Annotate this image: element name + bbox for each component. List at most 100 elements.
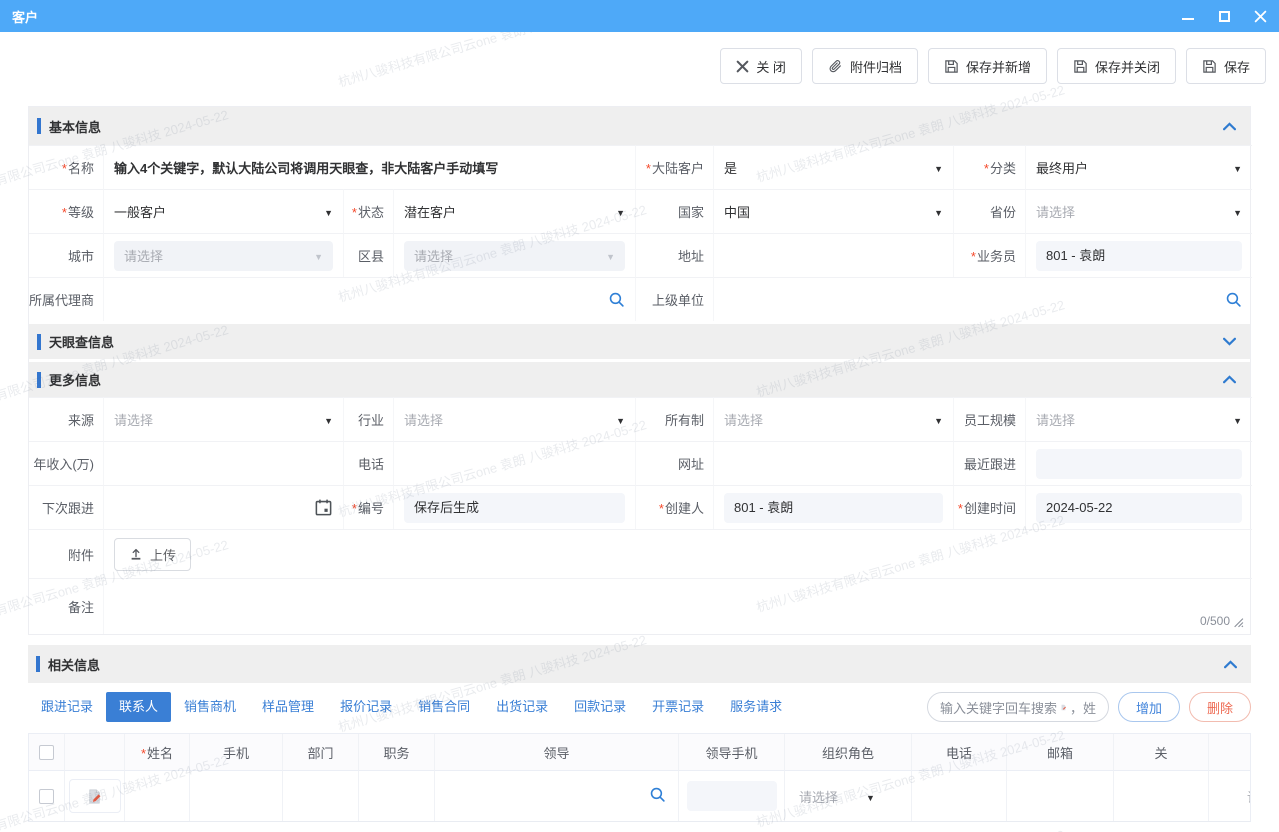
source-label: 来源 — [68, 410, 94, 429]
attachment-archive-label: 附件归档 — [850, 57, 902, 76]
name-hint: 输入4个关键字，默认大陆公司将调用天眼查，非大陆客户手动填写 — [114, 158, 498, 177]
col-position: 职务 — [383, 743, 409, 762]
employee-scale-label: 员工规模 — [964, 410, 1016, 429]
col-mobile: 手机 — [223, 743, 249, 762]
maximize-icon[interactable] — [1217, 9, 1231, 23]
cell-mobile-input[interactable] — [190, 771, 283, 821]
recent-followup-label: 最近跟进 — [964, 454, 1016, 473]
dropdown-caret-icon — [934, 204, 943, 219]
attachment-archive-button[interactable]: 附件归档 — [812, 48, 918, 84]
search-icon[interactable] — [649, 786, 666, 806]
cell-relation[interactable] — [1114, 771, 1209, 821]
source-select[interactable]: 请选择 — [103, 397, 343, 441]
tab-invoice-records[interactable]: 开票记录 — [639, 692, 717, 722]
category-select[interactable]: 最终用户 — [1025, 145, 1252, 189]
row-checkbox[interactable] — [39, 789, 54, 804]
calendar-icon[interactable] — [314, 498, 333, 517]
select-all-checkbox[interactable] — [39, 745, 54, 760]
tab-quotation-records[interactable]: 报价记录 — [327, 692, 405, 722]
save-and-new-button[interactable]: 保存并新增 — [928, 48, 1047, 84]
cell-relation-select[interactable]: 请选择 — [1209, 771, 1251, 821]
save-label: 保存 — [1224, 57, 1250, 76]
province-select[interactable]: 请选择 — [1025, 189, 1252, 233]
tab-service-requests[interactable]: 服务请求 — [717, 692, 795, 722]
search-icon[interactable] — [608, 291, 625, 308]
tab-payment-records[interactable]: 回款记录 — [561, 692, 639, 722]
customer-form: 基本信息 名称 输入4个关键字，默认大陆公司将调用天眼查，非大陆客户手动填写 大… — [28, 106, 1251, 635]
contact-row: 请选择 请选择 — [29, 771, 1251, 821]
district-select-disabled: 请选择 — [393, 233, 635, 277]
name-label: 名称 — [62, 158, 94, 177]
cell-department-input[interactable] — [283, 771, 359, 821]
tab-sample-management[interactable]: 样品管理 — [249, 692, 327, 722]
agent-lookup-field[interactable] — [103, 277, 635, 321]
collapse-up-icon[interactable] — [1223, 122, 1236, 131]
close-icon[interactable] — [1253, 9, 1267, 23]
add-button[interactable]: 增加 — [1118, 692, 1180, 722]
related-toolbar: 输入关键字回车搜索 ，姓 增加 删除 — [927, 692, 1251, 722]
dropdown-caret-icon — [866, 789, 875, 804]
remark-label: 备注 — [68, 597, 94, 616]
cell-phone-input[interactable] — [912, 771, 1007, 821]
level-select[interactable]: 一般客户 — [103, 189, 343, 233]
remark-textarea[interactable]: 0/500 — [103, 578, 1252, 634]
annual-income-input[interactable] — [103, 441, 343, 485]
tab-sales-contracts[interactable]: 销售合同 — [405, 692, 483, 722]
cell-email-input[interactable] — [1007, 771, 1114, 821]
mainland-select[interactable]: 是 — [713, 145, 953, 189]
save-button[interactable]: 保存 — [1186, 48, 1266, 84]
customer-edit-window: 客户 关 闭 附件归档 保存并新增 保存并关闭 保存 — [0, 0, 1279, 832]
industry-label: 行业 — [358, 410, 384, 429]
cell-position-input[interactable] — [359, 771, 435, 821]
industry-select[interactable]: 请选择 — [393, 397, 635, 441]
window-title: 客户 — [12, 7, 38, 26]
name-input[interactable]: 输入4个关键字，默认大陆公司将调用天眼查，非大陆客户手动填写 — [103, 145, 635, 189]
save-and-new-label: 保存并新增 — [966, 57, 1031, 76]
salesman-field[interactable]: 801 - 袁朗 — [1025, 233, 1252, 277]
minimize-icon[interactable] — [1181, 9, 1195, 23]
save-and-close-button[interactable]: 保存并关闭 — [1057, 48, 1176, 84]
save-icon — [944, 59, 959, 74]
col-phone: 电话 — [946, 743, 972, 762]
search-icon[interactable] — [1225, 291, 1242, 308]
upload-button[interactable]: 上传 — [114, 538, 191, 571]
province-label: 省份 — [990, 202, 1016, 221]
delete-button[interactable]: 删除 — [1189, 692, 1251, 722]
dropdown-caret-icon — [934, 412, 943, 427]
tab-followup-records[interactable]: 跟进记录 — [28, 692, 106, 722]
country-select[interactable]: 中国 — [713, 189, 953, 233]
expand-down-icon[interactable] — [1223, 337, 1236, 346]
status-select[interactable]: 潜在客户 — [393, 189, 635, 233]
tab-shipment-records[interactable]: 出货记录 — [483, 692, 561, 722]
next-followup-datepicker[interactable] — [103, 485, 343, 529]
employee-scale-select[interactable]: 请选择 — [1025, 397, 1252, 441]
row-edit-button[interactable] — [69, 779, 121, 813]
parent-unit-lookup-field[interactable] — [713, 277, 1252, 321]
website-input[interactable] — [713, 441, 953, 485]
city-select-disabled: 请选择 — [103, 233, 343, 277]
dropdown-caret-icon — [1233, 204, 1242, 219]
col-email: 邮箱 — [1047, 743, 1073, 762]
section-basic-info-title: 基本信息 — [49, 117, 101, 136]
tab-sales-opportunities[interactable]: 销售商机 — [171, 692, 249, 722]
col-leader-mobile: 领导手机 — [705, 743, 757, 762]
close-form-button[interactable]: 关 闭 — [720, 48, 802, 84]
dropdown-caret-icon — [324, 204, 333, 219]
keyword-search-input[interactable]: 输入关键字回车搜索 ，姓 — [927, 692, 1109, 722]
save-icon — [1073, 59, 1088, 74]
section-accent-bar — [37, 372, 41, 388]
serial-label: 编号 — [352, 498, 384, 517]
tab-contacts[interactable]: 联系人 — [106, 692, 171, 722]
dropdown-caret-icon — [606, 248, 615, 263]
cell-leader-lookup[interactable] — [435, 771, 679, 821]
address-input[interactable] — [713, 233, 953, 277]
collapse-up-icon[interactable] — [1223, 375, 1236, 384]
ownership-select[interactable]: 请选择 — [713, 397, 953, 441]
col-department: 部门 — [307, 743, 333, 762]
phone-input[interactable] — [393, 441, 635, 485]
cell-name-input[interactable] — [125, 771, 190, 821]
section-tianyancha-header: 天眼查信息 — [29, 321, 1250, 359]
collapse-up-icon[interactable] — [1224, 660, 1237, 669]
resize-handle-icon[interactable] — [1233, 617, 1244, 628]
cell-org-role-select[interactable]: 请选择 — [785, 771, 912, 821]
